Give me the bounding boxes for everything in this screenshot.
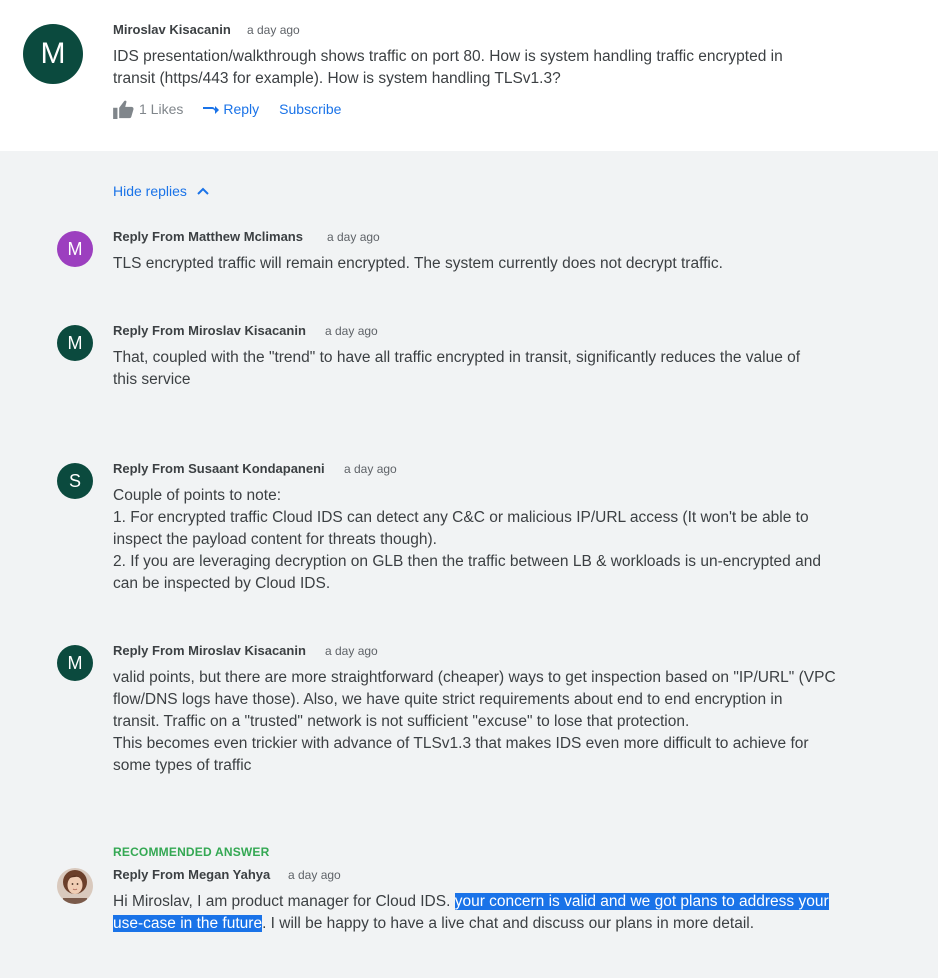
reply-body: valid points, but there are more straigh… (113, 667, 888, 777)
avatar[interactable]: M (23, 24, 83, 84)
reply-text: . I will be happy to have a live chat an… (262, 915, 755, 932)
reply-line: TLS encrypted traffic will remain encryp… (113, 255, 723, 272)
likes-count: 1 Likes (139, 101, 184, 117)
reply-line: Couple of points to note: (113, 487, 282, 504)
reply-author[interactable]: Reply From Megan Yahya (113, 867, 270, 882)
reply-text: Hi Miroslav, I am product manager for Cl… (113, 893, 455, 910)
reply-body: Couple of points to note: 1. For encrypt… (113, 485, 888, 595)
comment-actions: 1 Likes Reply Subscribe (113, 96, 341, 122)
reply-line: flow/DNS logs have those). Also, we have… (113, 691, 783, 708)
highlighted-text: your concern is valid and we got plans t… (454, 893, 829, 910)
reply-timestamp: a day ago (325, 324, 378, 338)
avatar[interactable] (57, 868, 93, 904)
reply-body: TLS encrypted traffic will remain encryp… (113, 253, 888, 275)
reply-line: use-case in the future. I will be happy … (113, 913, 888, 935)
avatar[interactable]: M (57, 325, 93, 361)
reply-line: this service (113, 371, 191, 388)
reply-line: 1. For encrypted traffic Cloud IDS can d… (113, 509, 809, 526)
recommended-badge: RECOMMENDED ANSWER (113, 845, 270, 859)
reply-button[interactable]: Reply (203, 101, 259, 117)
reply-line: some types of traffic (113, 757, 252, 774)
reply-timestamp: a day ago (325, 644, 378, 658)
reply-body: Hi Miroslav, I am product manager for Cl… (113, 891, 888, 935)
thumbs-up-icon (113, 100, 134, 119)
reply-line: can be inspected by Cloud IDS. (113, 575, 331, 592)
reply-author[interactable]: Reply From Miroslav Kisacanin (113, 323, 306, 338)
subscribe-button[interactable]: Subscribe (279, 101, 341, 117)
highlighted-text: use-case in the future (113, 915, 263, 932)
reply-timestamp: a day ago (327, 230, 380, 244)
avatar[interactable]: S (57, 463, 93, 499)
comment-line: transit (https/443 for example). How is … (113, 70, 561, 87)
hide-replies-toggle[interactable]: Hide replies (113, 183, 209, 199)
reply-author[interactable]: Reply From Matthew Mclimans (113, 229, 303, 244)
reply-author[interactable]: Reply From Susaant Kondapaneni (113, 461, 325, 476)
reply-arrow-icon (203, 106, 220, 114)
comment-body: IDS presentation/walkthrough shows traff… (113, 46, 888, 90)
reply-line: inspect the payload content for threats … (113, 531, 437, 548)
reply-line: transit. Traffic on a "trusted" network … (113, 713, 690, 730)
reply-line: Hi Miroslav, I am product manager for Cl… (113, 891, 888, 913)
reply-line: This becomes even trickier with advance … (113, 735, 809, 752)
chevron-up-icon (197, 187, 209, 195)
comment-author[interactable]: Miroslav Kisacanin (113, 22, 231, 37)
like-button[interactable]: 1 Likes (113, 100, 203, 119)
reply-timestamp: a day ago (288, 868, 341, 882)
main-comment-card: M Miroslav Kisacanin a day ago IDS prese… (0, 0, 938, 151)
avatar[interactable]: M (57, 231, 93, 267)
reply-body: That, coupled with the "trend" to have a… (113, 347, 888, 391)
avatar[interactable]: M (57, 645, 93, 681)
reply-line: That, coupled with the "trend" to have a… (113, 349, 801, 366)
reply-timestamp: a day ago (344, 462, 397, 476)
reply-line: valid points, but there are more straigh… (113, 669, 836, 686)
profile-photo-icon (57, 868, 93, 904)
reply-label: Reply (223, 101, 260, 117)
reply-line: 2. If you are leveraging decryption on G… (113, 553, 821, 570)
comment-line: IDS presentation/walkthrough shows traff… (113, 48, 783, 65)
reply-author[interactable]: Reply From Miroslav Kisacanin (113, 643, 306, 658)
comment-timestamp: a day ago (247, 23, 300, 37)
hide-replies-label: Hide replies (113, 183, 187, 199)
